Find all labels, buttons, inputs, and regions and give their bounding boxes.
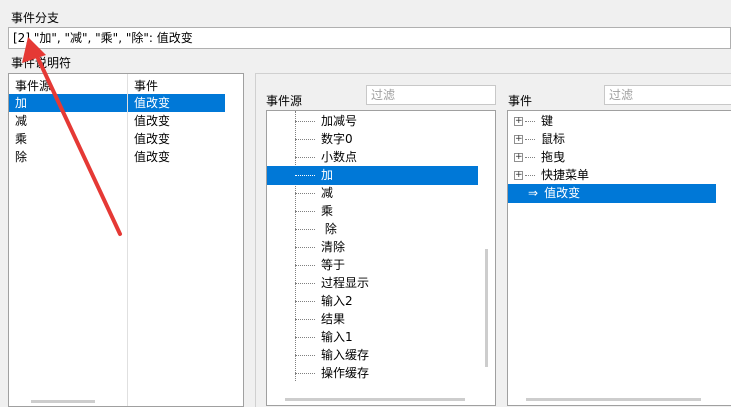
red-arrow-annotation — [22, 37, 122, 236]
